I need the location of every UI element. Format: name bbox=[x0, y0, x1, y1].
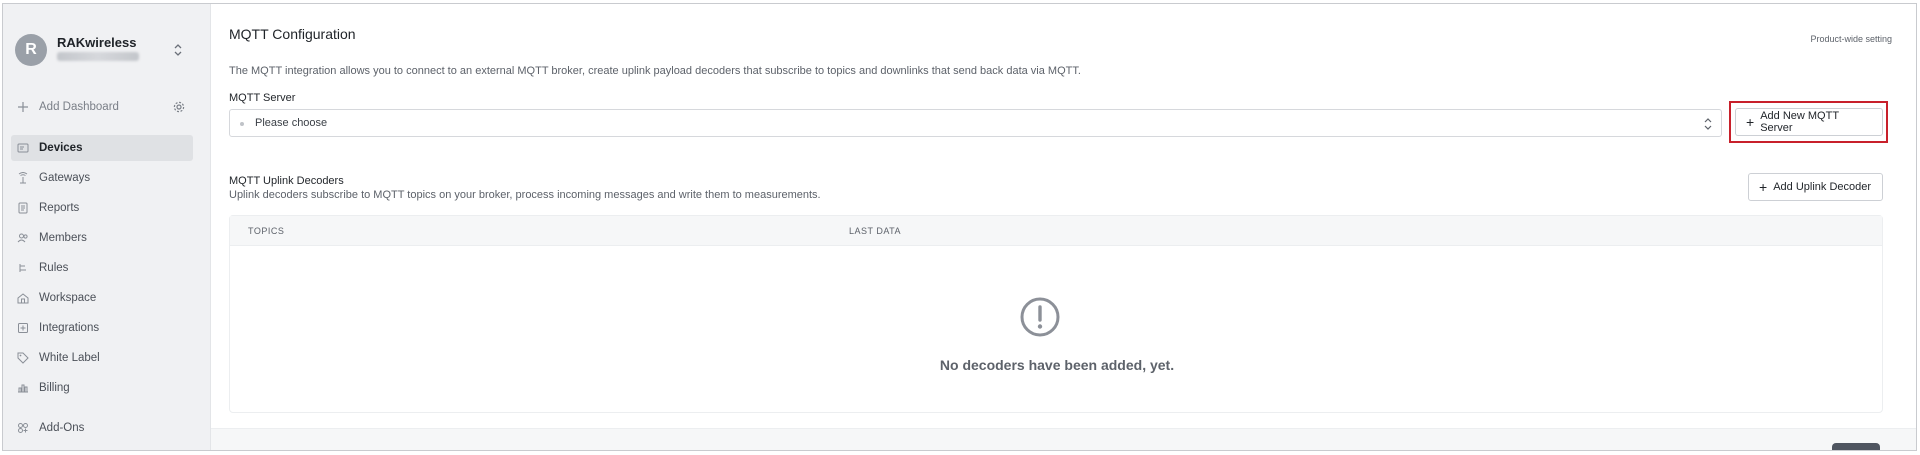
integrations-icon bbox=[17, 322, 29, 334]
add-uplink-decoder-label: Add Uplink Decoder bbox=[1773, 181, 1872, 193]
sidebar: R RAKwireless Add Dashboard Devices Gatew… bbox=[3, 4, 197, 450]
main-panel: MQTT Configuration Product-wide setting … bbox=[210, 4, 1916, 450]
billing-icon bbox=[17, 382, 29, 394]
column-header-last-data[interactable]: LAST DATA bbox=[849, 226, 901, 236]
sidebar-item-label: Members bbox=[39, 232, 87, 244]
sidebar-item-label: Rules bbox=[39, 262, 69, 274]
mqtt-server-label: MQTT Server bbox=[229, 92, 296, 104]
add-uplink-decoder-button[interactable]: + Add Uplink Decoder bbox=[1748, 173, 1883, 201]
sidebar-item-gateways[interactable]: Gateways bbox=[11, 165, 193, 191]
sidebar-item-members[interactable]: Members bbox=[11, 225, 193, 251]
sidebar-item-billing[interactable]: Billing bbox=[11, 375, 193, 401]
page-title: MQTT Configuration bbox=[229, 26, 356, 42]
members-icon bbox=[17, 232, 29, 244]
plus-icon: + bbox=[1746, 114, 1755, 130]
gear-icon[interactable] bbox=[173, 101, 185, 113]
chevron-up-down-icon bbox=[174, 44, 182, 56]
add-mqtt-server-label: Add New MQTT Server bbox=[1760, 110, 1839, 134]
addons-icon bbox=[17, 422, 29, 434]
tag-icon bbox=[17, 352, 29, 364]
footer-bar bbox=[211, 428, 1916, 450]
table-header: TOPICS LAST DATA bbox=[230, 216, 1882, 246]
rules-icon bbox=[17, 262, 29, 274]
integration-description: The MQTT integration allows you to conne… bbox=[229, 65, 1081, 77]
sidebar-item-label: Workspace bbox=[39, 292, 97, 304]
plus-icon bbox=[17, 101, 29, 113]
workspace-icon bbox=[17, 292, 29, 304]
org-switcher[interactable]: R RAKwireless bbox=[15, 32, 191, 72]
mqtt-server-select[interactable]: Please choose bbox=[229, 109, 1722, 137]
gateway-icon bbox=[17, 172, 29, 184]
exclamation-circle-icon bbox=[1020, 297, 1060, 337]
chevron-up-down-icon bbox=[1704, 118, 1712, 130]
add-dashboard-label: Add Dashboard bbox=[39, 101, 119, 113]
sidebar-item-rules[interactable]: Rules bbox=[11, 255, 193, 281]
plus-icon: + bbox=[1759, 179, 1768, 195]
blurred-user-name bbox=[57, 52, 139, 61]
scope-note: Product-wide setting bbox=[1810, 34, 1892, 44]
sidebar-item-workspace[interactable]: Workspace bbox=[11, 285, 193, 311]
empty-state-message: No decoders have been added, yet. bbox=[939, 357, 1175, 373]
sidebar-item-label: Integrations bbox=[39, 322, 100, 334]
status-dot-icon bbox=[240, 122, 244, 126]
app-window: R RAKwireless Add Dashboard Devices Gatew… bbox=[2, 3, 1917, 451]
sidebar-item-reports[interactable]: Reports bbox=[11, 195, 193, 221]
decoders-description: Uplink decoders subscribe to MQTT topics… bbox=[229, 189, 821, 201]
sidebar-item-integrations[interactable]: Integrations bbox=[11, 315, 193, 341]
column-header-topics[interactable]: TOPICS bbox=[248, 226, 284, 236]
sidebar-item-label: Add-Ons bbox=[39, 422, 85, 434]
sidebar-item-label: White Label bbox=[39, 352, 100, 364]
sidebar-item-label: Devices bbox=[39, 142, 83, 154]
report-icon bbox=[17, 202, 29, 214]
decoders-title: MQTT Uplink Decoders bbox=[229, 175, 344, 187]
sidebar-item-label: Reports bbox=[39, 202, 80, 214]
mqtt-server-select-value: Please choose bbox=[255, 117, 328, 129]
add-mqtt-server-button[interactable]: + Add New MQTT Server bbox=[1735, 108, 1883, 136]
sidebar-item-add-ons[interactable]: Add-Ons bbox=[11, 415, 193, 441]
org-name: RAKwireless bbox=[57, 35, 137, 50]
sidebar-item-label: Gateways bbox=[39, 172, 91, 184]
add-dashboard-button[interactable]: Add Dashboard bbox=[11, 94, 193, 120]
devices-icon bbox=[17, 142, 29, 154]
sidebar-item-white-label[interactable]: White Label bbox=[11, 345, 193, 371]
sidebar-item-devices[interactable]: Devices bbox=[11, 135, 193, 161]
sidebar-item-label: Billing bbox=[39, 382, 70, 394]
org-avatar: R bbox=[15, 34, 47, 66]
footer-action-button[interactable] bbox=[1832, 443, 1880, 450]
